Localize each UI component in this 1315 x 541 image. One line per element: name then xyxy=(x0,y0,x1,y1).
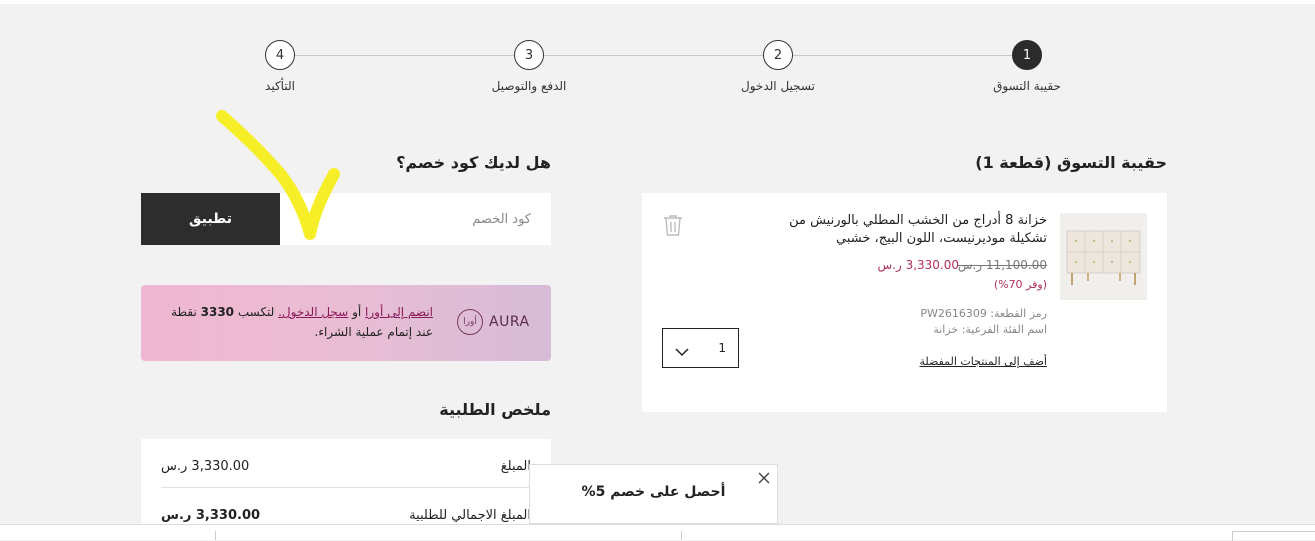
aura-logo: أورا AURA xyxy=(457,309,535,337)
chevron-down-icon xyxy=(675,342,689,361)
step-label: الدفع والتوصيل xyxy=(491,79,567,93)
quantity-value: 1 xyxy=(718,341,726,355)
aura-loyalty-banner: انضم إلى أورا أو سجل الدخول. لتكسب 3330 … xyxy=(141,285,551,361)
bottom-bar xyxy=(0,524,1315,541)
cart-title: حقيبة التسوق (قطعة 1) xyxy=(975,153,1167,172)
stepper-line xyxy=(279,55,1027,56)
discount-popup-text[interactable]: أحصل على خصم 5% xyxy=(530,484,777,500)
step-confirmation[interactable]: 4 التأكيد xyxy=(215,40,345,93)
step-number: 2 xyxy=(763,40,793,70)
discount-popup[interactable]: أحصل على خصم 5% xyxy=(529,464,778,524)
step-number: 1 xyxy=(1012,40,1042,70)
aura-login-link[interactable]: سجل الدخول. xyxy=(278,305,348,319)
coupon-title: هل لديك كود خصم؟ xyxy=(396,153,551,172)
cart-item-card: خزانة 8 أدراج من الخشب المطلي بالورنيش م… xyxy=(642,193,1167,412)
summary-label: المبلغ xyxy=(500,459,531,474)
sale-price: 3,330.00 ر.س xyxy=(877,258,959,272)
product-sku: رمز القطعة: PW2616309 xyxy=(920,307,1047,320)
add-to-wishlist-link[interactable]: أضف إلى المنتجات المفضلة xyxy=(920,355,1047,368)
checkmark-annotation xyxy=(210,110,350,250)
step-label: تسجيل الدخول xyxy=(741,79,815,93)
order-summary-title: ملخص الطلبية xyxy=(439,400,551,419)
aura-earn-text: لتكسب xyxy=(237,305,275,319)
aura-logo-word: AURA xyxy=(489,314,530,330)
saving-badge: (وفر 70%) xyxy=(993,278,1047,291)
summary-divider xyxy=(161,487,531,488)
step-number: 4 xyxy=(265,40,295,70)
step-shopping-bag[interactable]: 1 حقيبة التسوق xyxy=(962,40,1092,93)
summary-value: 3,330.00 ر.س xyxy=(161,508,261,523)
summary-label: المبلغ الاجمالي للطلبية xyxy=(409,508,531,523)
checkout-stepper: 1 حقيبة التسوق 2 تسجيل الدخول 3 الدفع وا… xyxy=(0,40,1315,100)
summary-row-subtotal: المبلغ 3,330.00 ر.س xyxy=(161,459,531,479)
quantity-select[interactable]: 1 xyxy=(662,328,739,368)
step-label: التأكيد xyxy=(265,79,295,93)
join-aura-link[interactable]: انضم إلى أورا xyxy=(365,305,433,319)
step-number: 3 xyxy=(514,40,544,70)
step-payment-delivery[interactable]: 3 الدفع والتوصيل xyxy=(464,40,594,93)
product-subcategory: اسم الفئة الفرعية: خزانة xyxy=(933,323,1047,336)
trash-icon[interactable] xyxy=(662,213,684,237)
product-name[interactable]: خزانة 8 أدراج من الخشب المطلي بالورنيش م… xyxy=(767,212,1047,248)
product-image[interactable] xyxy=(1060,213,1147,300)
close-icon[interactable] xyxy=(757,470,771,484)
top-border xyxy=(0,0,1315,4)
aura-or: أو xyxy=(352,305,362,319)
aura-logo-mark: أورا xyxy=(457,309,483,335)
aura-message: انضم إلى أورا أو سجل الدخول. لتكسب 3330 … xyxy=(153,302,433,342)
step-login[interactable]: 2 تسجيل الدخول xyxy=(713,40,843,93)
step-label: حقيبة التسوق xyxy=(993,79,1061,93)
original-price: 11,100.00 ر.س xyxy=(957,258,1047,272)
bottom-corner-frame xyxy=(1232,531,1315,541)
summary-value: 3,330.00 ر.س xyxy=(161,459,250,474)
aura-points: 3330 xyxy=(200,305,235,319)
